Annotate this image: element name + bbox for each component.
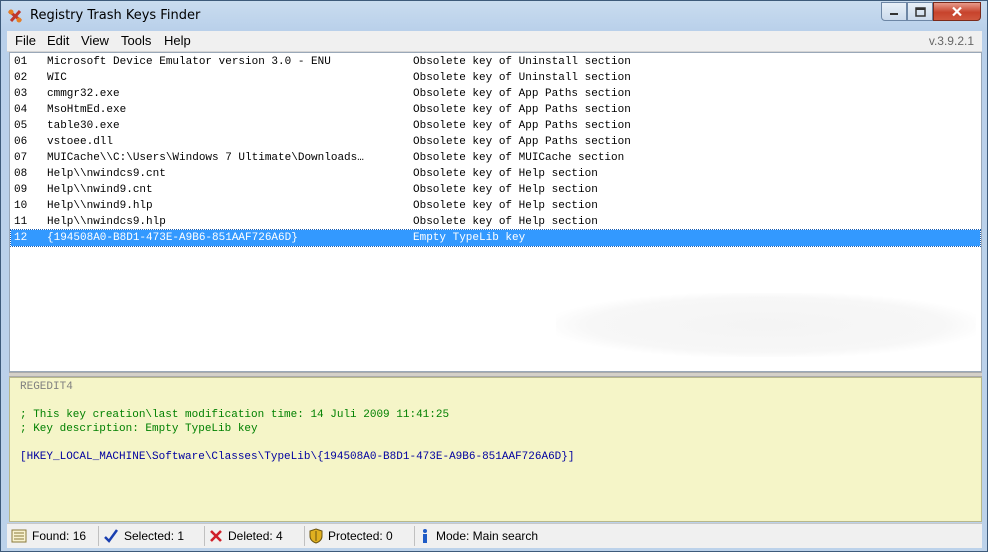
result-desc: Obsolete key of App Paths section <box>413 88 631 100</box>
result-key: table30.exe <box>47 120 120 132</box>
result-num: 09 <box>14 184 28 196</box>
close-button[interactable] <box>933 2 981 21</box>
app-logo-icon <box>8 9 22 23</box>
menu-edit[interactable]: Edit <box>47 33 69 48</box>
result-key: vstoee.dll <box>47 136 114 148</box>
shield-icon <box>309 528 323 544</box>
info-icon <box>423 529 427 543</box>
found-list-icon <box>11 529 27 543</box>
result-desc: Obsolete key of App Paths section <box>413 120 631 132</box>
result-key: Microsoft Device Emulator version 3.0 - … <box>47 56 331 68</box>
result-desc: Obsolete key of App Paths section <box>413 104 631 116</box>
result-key: WIC <box>47 72 67 84</box>
result-desc: Obsolete key of Uninstall section <box>413 56 631 68</box>
regedit-header: REGEDIT4 <box>20 381 73 393</box>
delete-x-icon <box>210 530 222 542</box>
result-key: Help\\nwindcs9.hlp <box>47 216 166 228</box>
maximize-icon <box>914 6 926 17</box>
status-protected: Protected: 0 <box>305 526 415 546</box>
minimize-button[interactable] <box>881 2 907 21</box>
result-num: 11 <box>14 216 28 228</box>
close-icon <box>952 6 962 17</box>
result-key: Help\\nwind9.cnt <box>47 184 153 196</box>
result-row[interactable]: 02 WIC Obsolete key of Uninstall section <box>11 70 980 86</box>
checkmark-icon <box>104 529 119 543</box>
status-selected: Selected: 1 <box>99 526 205 546</box>
result-row[interactable]: 12 {194508A0-B8D1-473E-A9B6-851AAF726A6D}… <box>10 229 981 247</box>
result-row[interactable]: 09 Help\\nwind9.cnt Obsolete key of Help s… <box>11 182 980 198</box>
result-row[interactable]: 01 Microsoft Device Emulator version 3.0 … <box>11 54 980 70</box>
deleted-count: Deleted: 4 <box>228 529 283 543</box>
result-desc: Obsolete key of App Paths section <box>413 136 631 148</box>
status-bar: Found: 16 Selected: 1 Deleted: 4 Protect… <box>7 523 982 548</box>
menu-help[interactable]: Help <box>164 33 191 48</box>
status-found: Found: 16 <box>7 526 99 546</box>
minimize-icon <box>890 12 898 15</box>
result-row[interactable]: 06 vstoee.dll Obsolete key of App Paths se… <box>11 134 980 150</box>
result-key: MsoHtmEd.exe <box>47 104 127 116</box>
result-key: {194508A0-B8D1-473E-A9B6-851AAF726A6D} <box>47 232 298 244</box>
result-row[interactable]: 04 MsoHtmEd.exe Obsolete key of App Paths … <box>11 102 980 118</box>
menu-tools[interactable]: Tools <box>121 33 151 48</box>
result-desc: Obsolete key of Help section <box>413 216 598 228</box>
app-window: Registry Trash Keys Finder File Edit Vie… <box>0 0 988 552</box>
result-row[interactable]: 11 Help\\nwindcs9.hlp Obsolete key of Help… <box>11 214 980 230</box>
result-num: 03 <box>14 88 28 100</box>
found-count: Found: 16 <box>32 529 87 543</box>
result-row[interactable]: 08 Help\\nwindcs9.cnt Obsolete key of Help… <box>11 166 980 182</box>
result-num: 01 <box>14 56 28 68</box>
maximize-button[interactable] <box>907 2 933 21</box>
status-mode: Mode: Main search <box>415 526 665 546</box>
registry-key-path: [HKEY_LOCAL_MACHINE\Software\Classes\Typ… <box>20 451 575 463</box>
menu-file[interactable]: File <box>15 33 36 48</box>
blurred-watermark <box>556 293 976 357</box>
mode-label: Mode: Main search <box>436 529 539 543</box>
version-label: v.3.9.2.1 <box>928 34 974 48</box>
menu-view[interactable]: View <box>81 33 109 48</box>
protected-count: Protected: 0 <box>328 529 393 543</box>
result-key: Help\\nwind9.hlp <box>47 200 153 212</box>
result-num: 05 <box>14 120 28 132</box>
result-key: Help\\nwindcs9.cnt <box>47 168 166 180</box>
result-row[interactable]: 03 cmmgr32.exe Obsolete key of App Paths s… <box>11 86 980 102</box>
result-desc: Obsolete key of Uninstall section <box>413 72 631 84</box>
results-list[interactable]: 01 Microsoft Device Emulator version 3.0 … <box>9 52 982 372</box>
status-deleted: Deleted: 4 <box>205 526 305 546</box>
result-num: 12 <box>14 232 28 244</box>
result-desc: Obsolete key of MUICache section <box>413 152 625 164</box>
key-description-comment: ; Key description: Empty TypeLib key <box>20 423 258 435</box>
result-desc: Obsolete key of Help section <box>413 168 598 180</box>
result-num: 08 <box>14 168 28 180</box>
result-desc: Obsolete key of Help section <box>413 200 598 212</box>
key-time-comment: ; This key creation\last modification ti… <box>20 409 450 421</box>
result-num: 10 <box>14 200 28 212</box>
menu-bar: File Edit View Tools Help v.3.9.2.1 <box>7 31 982 52</box>
result-row[interactable]: 10 Help\\nwind9.hlp Obsolete key of Help s… <box>11 198 980 214</box>
result-row[interactable]: 05 table30.exe Obsolete key of App Paths s… <box>11 118 980 134</box>
window-title: Registry Trash Keys Finder <box>30 8 201 23</box>
result-key: cmmgr32.exe <box>47 88 120 100</box>
result-desc: Empty TypeLib key <box>413 232 526 244</box>
result-num: 04 <box>14 104 28 116</box>
result-desc: Obsolete key of Help section <box>413 184 598 196</box>
result-num: 07 <box>14 152 28 164</box>
result-num: 06 <box>14 136 28 148</box>
selected-count: Selected: 1 <box>124 529 185 543</box>
title-bar[interactable]: Registry Trash Keys Finder <box>1 1 987 31</box>
result-key: MUICache\\C:\Users\Windows 7 Ultimate\Do… <box>47 152 364 164</box>
registry-detail-pane[interactable]: REGEDIT4 ; This key creation\last modifi… <box>9 377 982 522</box>
result-num: 02 <box>14 72 28 84</box>
result-row[interactable]: 07 MUICache\\C:\Users\Windows 7 Ultimate\… <box>11 150 980 166</box>
